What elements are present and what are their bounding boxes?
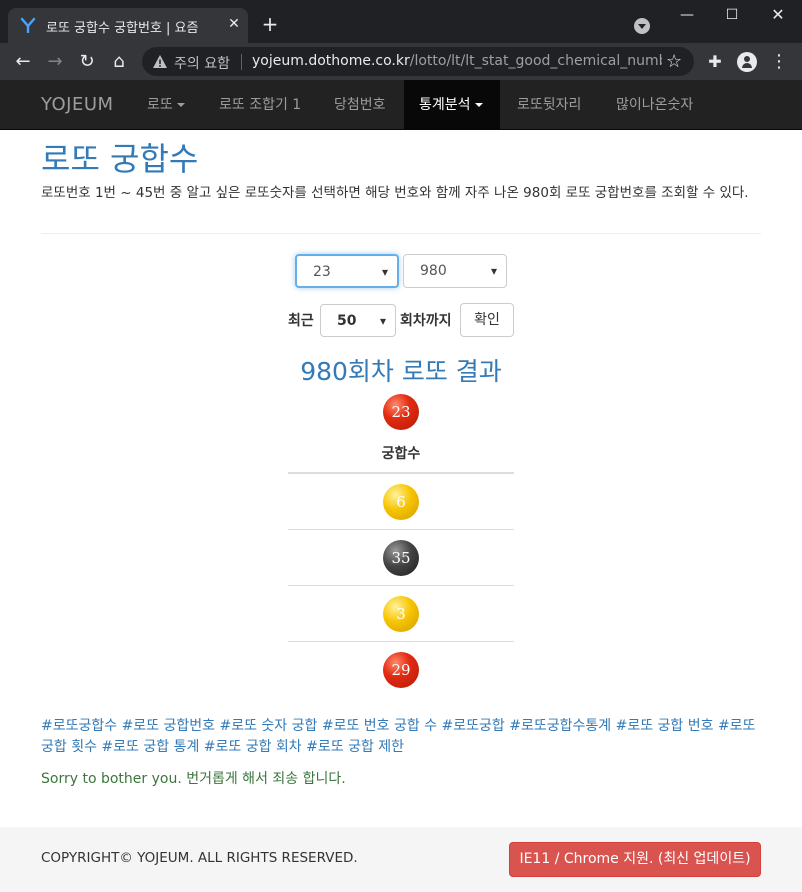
confirm-button[interactable]: 확인 xyxy=(460,303,514,337)
tab-search-icon[interactable] xyxy=(634,18,650,34)
caret-down-icon xyxy=(176,103,185,107)
bookmark-star-icon[interactable]: ☆ xyxy=(666,51,682,72)
chemistry-ball: 3 xyxy=(383,596,419,632)
chevron-down-icon: ▾ xyxy=(381,265,388,279)
table-row: 29 xyxy=(288,642,514,698)
back-icon[interactable]: ← xyxy=(12,51,34,73)
divider xyxy=(41,233,761,234)
round-select[interactable]: 980 ▾ xyxy=(403,254,507,288)
recent-rounds-select[interactable]: 50 ▾ xyxy=(320,304,396,337)
chevron-down-icon: ▾ xyxy=(490,264,497,278)
nav-item-label: 로또 xyxy=(147,97,173,113)
hashtag-list[interactable]: #로또궁합수 #로또 궁합번호 #로또 숫자 궁합 #로또 번호 궁합 수 #로… xyxy=(41,716,761,758)
number-select[interactable]: 23 ▾ xyxy=(295,254,399,288)
page-footer: COPYRIGHT© YOJEUM. ALL RIGHTS RESERVED. … xyxy=(0,827,802,892)
browser-menu-icon[interactable]: ⋮ xyxy=(768,51,790,73)
security-label[interactable]: 주의 요함 xyxy=(174,53,230,73)
home-icon[interactable]: ⌂ xyxy=(108,51,130,73)
site-favicon-icon xyxy=(20,17,36,33)
url-host: yojeum.dothome.co.kr xyxy=(252,53,410,69)
chevron-down-icon: ▾ xyxy=(379,314,386,328)
chemistry-ball: 6 xyxy=(383,484,419,520)
table-row: 3 xyxy=(288,586,514,642)
result-title: 980회차 로또 결과 xyxy=(300,357,502,386)
round-select-value: 980 xyxy=(420,263,447,279)
chemistry-ball: 35 xyxy=(383,540,419,576)
nav-item-frequent-numbers[interactable]: 많이나온숫자 xyxy=(601,80,708,130)
recent-label: 최근 xyxy=(288,313,314,329)
browser-tab[interactable]: 로또 궁합수 궁합번호 | 요즘 ✕ xyxy=(8,8,248,43)
tab-close-icon[interactable]: ✕ xyxy=(226,16,242,32)
profile-avatar-icon[interactable] xyxy=(736,51,758,73)
table-row: 35 xyxy=(288,530,514,586)
site-navbar: YOJEUM 로또 로또 조합기 1 당첨번호 통계분석 로또뒷자리 많이나온숫… xyxy=(0,80,802,130)
page-description: 로또번호 1번 ~ 45번 중 알고 싶은 로또숫자를 선택하면 해당 번호와 … xyxy=(41,185,749,201)
window-minimize-icon[interactable]: — xyxy=(672,4,702,26)
nav-item-lotto-last-digit[interactable]: 로또뒷자리 xyxy=(502,80,596,130)
chemistry-table: 궁합수 6 35 3 29 xyxy=(288,436,514,698)
url-path: /lotto/lt/lt_stat_good_chemical_number..… xyxy=(409,53,662,69)
number-select-value: 23 xyxy=(313,264,331,280)
table-row: 6 xyxy=(288,474,514,530)
page-title: 로또 궁합수 xyxy=(41,140,199,178)
window-maximize-icon[interactable]: ☐ xyxy=(717,4,747,26)
window-close-icon[interactable]: ✕ xyxy=(763,4,793,26)
site-brand[interactable]: YOJEUM xyxy=(41,94,114,115)
caret-down-icon xyxy=(474,103,483,107)
address-bar[interactable]: 주의 요함 yojeum.dothome.co.kr/lotto/lt/lt_s… xyxy=(142,47,694,76)
new-tab-icon[interactable]: + xyxy=(260,14,280,34)
until-label: 회차까지 xyxy=(400,313,452,329)
apology-text: Sorry to bother you. 번거롭게 해서 죄송 합니다. xyxy=(41,771,346,787)
nav-item-label: 통계분석 xyxy=(419,97,471,113)
recent-select-value: 50 xyxy=(337,313,357,329)
browser-toolbar: ← → ↻ ⌂ 주의 요함 yojeum.dothome.co.kr/lotto… xyxy=(0,43,802,80)
tab-title: 로또 궁합수 궁합번호 | 요즘 xyxy=(46,21,199,36)
nav-item-statistics[interactable]: 통계분석 xyxy=(404,80,500,130)
nav-item-winning-numbers[interactable]: 당첨번호 xyxy=(319,80,401,130)
extensions-puzzle-icon[interactable]: ✚ xyxy=(704,51,726,73)
selected-number-ball: 23 xyxy=(383,394,419,430)
forward-icon[interactable]: → xyxy=(44,51,66,73)
browser-support-button[interactable]: IE11 / Chrome 지원. (최신 업데이트) xyxy=(509,842,761,877)
address-separator xyxy=(241,54,242,70)
warning-icon[interactable] xyxy=(152,54,168,70)
nav-item-lotto-combiner[interactable]: 로또 조합기 1 xyxy=(204,80,316,130)
table-header: 궁합수 xyxy=(288,436,514,474)
browser-tab-strip: 로또 궁합수 궁합번호 | 요즘 ✕ + — ☐ ✕ xyxy=(0,0,802,43)
url-text[interactable]: yojeum.dothome.co.kr/lotto/lt/lt_stat_go… xyxy=(252,53,662,69)
copyright-text: COPYRIGHT© YOJEUM. ALL RIGHTS RESERVED. xyxy=(41,850,358,866)
reload-icon[interactable]: ↻ xyxy=(76,51,98,73)
chemistry-ball: 29 xyxy=(383,652,419,688)
nav-item-lotto[interactable]: 로또 xyxy=(132,80,200,130)
